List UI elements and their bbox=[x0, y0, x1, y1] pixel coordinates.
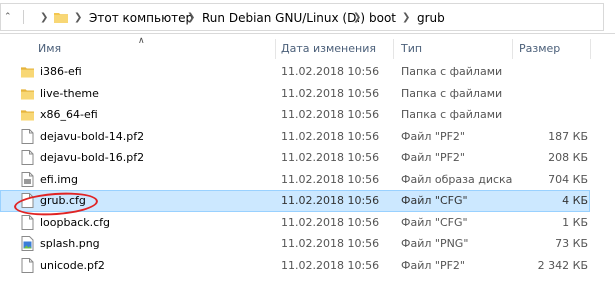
file-row[interactable]: splash.png 11.02.2018 10:56 Файл "PNG" 7… bbox=[0, 233, 590, 255]
file-row[interactable]: loopback.cfg 11.02.2018 10:56 Файл "CFG"… bbox=[0, 212, 590, 234]
sort-up-icon: ∧ bbox=[138, 36, 145, 46]
file-type: Файл "PF2" bbox=[401, 258, 465, 272]
file-row[interactable]: dejavu-bold-14.pf2 11.02.2018 10:56 Файл… bbox=[0, 126, 590, 148]
column-divider[interactable] bbox=[512, 39, 513, 59]
file-date: 11.02.2018 10:56 bbox=[281, 172, 380, 186]
file-size: 1 КБ bbox=[562, 215, 588, 229]
file-type: Файл "PF2" bbox=[401, 129, 465, 143]
file-name: splash.png bbox=[40, 237, 100, 250]
column-header-type[interactable]: Тип bbox=[401, 42, 422, 55]
chevron-right-icon[interactable]: ❯ bbox=[40, 12, 48, 24]
disk-image-icon bbox=[21, 171, 34, 187]
file-row[interactable]: efi.img 11.02.2018 10:56 Файл образа дис… bbox=[0, 169, 590, 191]
address-box[interactable]: ⌃ ❯ ❯ Этот компьютер ❯ Run Debian GNU/Li… bbox=[0, 3, 604, 31]
file-list: i386-efi 11.02.2018 10:56 Папка с файлам… bbox=[0, 61, 615, 276]
chevron-right-icon[interactable]: ❯ bbox=[74, 12, 82, 24]
file-date: 11.02.2018 10:56 bbox=[281, 86, 380, 100]
file-name: i386-efi bbox=[40, 65, 82, 78]
file-name: efi.img bbox=[40, 172, 78, 186]
file-row[interactable]: live-theme 11.02.2018 10:56 Папка с файл… bbox=[0, 83, 590, 105]
file-row[interactable]: i386-efi 11.02.2018 10:56 Папка с файлам… bbox=[0, 61, 590, 83]
file-date: 11.02.2018 10:56 bbox=[281, 194, 380, 207]
file-type: Папка с файлами bbox=[401, 65, 503, 78]
column-header-date[interactable]: Дата изменения bbox=[281, 42, 376, 55]
file-name: dejavu-bold-16.pf2 bbox=[40, 151, 145, 164]
file-row[interactable]: unicode.pf2 11.02.2018 10:56 Файл "PF2" … bbox=[0, 255, 590, 277]
breadcrumb-this-pc[interactable]: Этот компьютер bbox=[89, 11, 193, 25]
file-date: 11.02.2018 10:56 bbox=[281, 108, 380, 121]
chevron-right-icon[interactable]: ❯ bbox=[402, 12, 410, 24]
folder-icon bbox=[21, 88, 34, 100]
file-date: 11.02.2018 10:56 bbox=[281, 258, 380, 272]
chevron-up-icon[interactable]: ⌃ bbox=[4, 12, 12, 22]
file-name: dejavu-bold-14.pf2 bbox=[40, 129, 145, 143]
file-size: 208 КБ bbox=[548, 151, 588, 164]
column-divider[interactable] bbox=[590, 39, 591, 59]
chevron-right-icon[interactable]: ❯ bbox=[187, 12, 195, 24]
file-date: 11.02.2018 10:56 bbox=[281, 237, 380, 250]
file-type: Папка с файлами bbox=[401, 108, 503, 121]
column-header-name[interactable]: Имя bbox=[38, 42, 61, 55]
file-icon bbox=[21, 128, 34, 144]
file-icon bbox=[21, 214, 34, 230]
breadcrumb-boot[interactable]: boot bbox=[369, 11, 396, 25]
column-header-size[interactable]: Размер bbox=[519, 42, 560, 55]
file-type: Файл "PNG" bbox=[401, 237, 469, 250]
file-date: 11.02.2018 10:56 bbox=[281, 65, 380, 78]
file-type: Файл "PF2" bbox=[401, 151, 465, 164]
file-date: 11.02.2018 10:56 bbox=[281, 215, 380, 229]
breadcrumb-drive[interactable]: Run Debian GNU/Linux (D:) bbox=[202, 11, 365, 25]
column-header-bar: ∧ Имя Дата изменения Тип Размер bbox=[0, 34, 615, 61]
file-row[interactable]: x86_64-efi 11.02.2018 10:56 Папка с файл… bbox=[0, 104, 590, 126]
file-type: Файл образа диска bbox=[401, 172, 513, 186]
file-size: 4 КБ bbox=[562, 194, 588, 207]
file-date: 11.02.2018 10:56 bbox=[281, 129, 380, 143]
breadcrumb-grub[interactable]: grub bbox=[417, 11, 445, 25]
file-size: 187 КБ bbox=[548, 129, 588, 143]
file-name: loopback.cfg bbox=[40, 215, 111, 229]
image-file-icon bbox=[21, 236, 34, 251]
folder-icon bbox=[21, 67, 34, 78]
file-icon bbox=[21, 150, 34, 165]
file-name: live-theme bbox=[40, 86, 99, 100]
file-size: 73 КБ bbox=[555, 237, 588, 250]
file-type: Папка с файлами bbox=[401, 86, 503, 100]
address-bar[interactable]: ⌃ ❯ ❯ Этот компьютер ❯ Run Debian GNU/Li… bbox=[0, 0, 615, 34]
folder-icon bbox=[21, 110, 34, 121]
file-size: 2 342 КБ bbox=[537, 258, 588, 272]
file-name: x86_64-efi bbox=[40, 108, 98, 121]
file-type: Файл "CFG" bbox=[401, 194, 468, 207]
file-type: Файл "CFG" bbox=[401, 215, 468, 229]
file-size: 704 КБ bbox=[548, 172, 588, 186]
column-divider[interactable] bbox=[393, 39, 394, 59]
folder-icon bbox=[54, 13, 68, 23]
chevron-right-icon[interactable]: ❯ bbox=[353, 12, 361, 24]
file-name: unicode.pf2 bbox=[40, 258, 105, 272]
file-icon bbox=[21, 257, 34, 273]
file-row[interactable]: dejavu-bold-16.pf2 11.02.2018 10:56 Файл… bbox=[0, 147, 590, 169]
column-divider[interactable] bbox=[275, 39, 276, 59]
vertical-scrollbar[interactable] bbox=[607, 34, 615, 287]
file-date: 11.02.2018 10:56 bbox=[281, 151, 380, 164]
address-divider bbox=[23, 10, 24, 24]
